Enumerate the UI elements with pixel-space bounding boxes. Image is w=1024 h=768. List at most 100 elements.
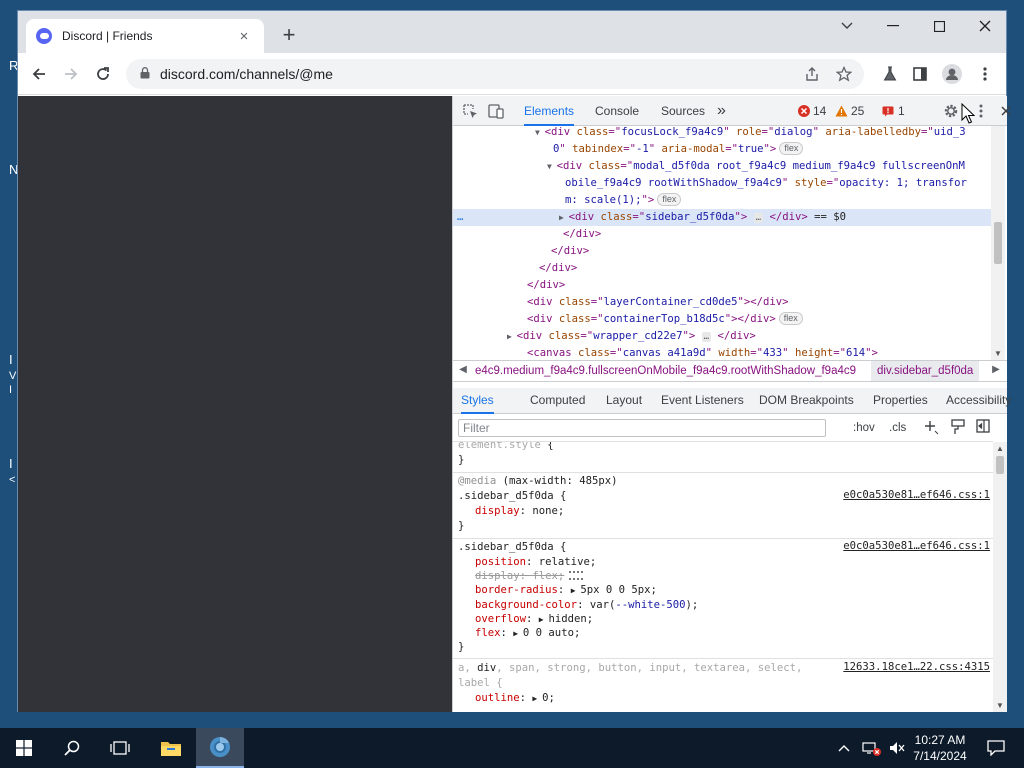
file-explorer-icon[interactable]: [147, 728, 195, 768]
expand-triangle-open-icon[interactable]: ▼: [547, 162, 557, 171]
styles-scrollbar-thumb[interactable]: [996, 456, 1004, 474]
breadcrumb-left-arrow-icon[interactable]: ◀: [455, 364, 471, 375]
rule3-source-link[interactable]: 12633.18ce1…22.css:4315: [843, 661, 990, 673]
expand-triangle-closed-icon[interactable]: ▶: [559, 213, 569, 222]
share-icon[interactable]: [804, 66, 820, 85]
flexbox-editor-icon[interactable]: [569, 571, 584, 581]
subtab-properties[interactable]: Properties: [873, 388, 928, 414]
scroll-down-arrow-icon[interactable]: ▼: [996, 701, 1004, 710]
dom-node-line[interactable]: </div>: [453, 243, 991, 260]
reload-icon[interactable]: [90, 61, 116, 87]
dom-node-line[interactable]: m: scale(1);"> flex: [453, 192, 991, 209]
devtools-tab-sources[interactable]: Sources: [661, 96, 705, 126]
windows-start-icon[interactable]: [0, 728, 48, 768]
subtab-styles[interactable]: Styles: [461, 388, 494, 414]
hov-toggle[interactable]: :hov: [853, 419, 875, 437]
new-style-rule-icon[interactable]: [923, 419, 939, 437]
new-tab-button[interactable]: +: [276, 23, 302, 49]
error-count-badge[interactable]: 14: [798, 103, 826, 119]
dom-node-line[interactable]: ▶ <div class="wrapper_cd22e7"> … </div>: [453, 328, 991, 345]
css-declaration[interactable]: border-radius: ▶ 5px 0 0 5px;: [458, 583, 988, 598]
shorthand-expand-icon[interactable]: ▶: [571, 586, 581, 595]
expand-triangle-closed-icon[interactable]: ▶: [507, 332, 517, 341]
chrome-taskbar-icon[interactable]: [196, 728, 244, 768]
subtab-computed[interactable]: Computed: [530, 388, 585, 414]
css-declaration[interactable]: overflow: ▶ hidden;: [458, 612, 988, 627]
warning-count-badge[interactable]: 25: [835, 103, 864, 119]
dom-node-line[interactable]: </div>: [453, 226, 991, 243]
maximize-icon[interactable]: [916, 11, 962, 41]
rendering-emulation-icon[interactable]: [951, 419, 965, 437]
back-arrow-icon[interactable]: [26, 61, 52, 87]
lock-icon[interactable]: [140, 66, 150, 82]
notifications-icon[interactable]: [972, 728, 1020, 768]
close-window-icon[interactable]: [962, 11, 1008, 41]
subtab-dom-breakpoints[interactable]: DOM Breakpoints: [759, 388, 854, 414]
css-declaration[interactable]: outline: ▶ 0;: [458, 691, 988, 706]
element-style-selector[interactable]: element.style {: [458, 442, 988, 453]
dom-node-line[interactable]: </div>: [453, 260, 991, 277]
flex-badge[interactable]: flex: [778, 312, 803, 325]
css-declaration[interactable]: flex: ▶ 0 0 auto;: [458, 626, 988, 641]
dom-node-selected[interactable]: … ▶ <div class="sidebar_d5f0da"> … </div>…: [453, 209, 991, 226]
browser-menu-kebab-icon[interactable]: [972, 61, 998, 87]
side-panel-icon[interactable]: [907, 61, 933, 87]
subtab-event-listeners[interactable]: Event Listeners: [661, 388, 744, 414]
css-declaration[interactable]: background-color: var(--white-500);: [458, 598, 988, 613]
profile-avatar-icon[interactable]: [939, 61, 965, 87]
system-clock[interactable]: 10:27 AM 7/14/2024: [900, 732, 980, 764]
rule1-source-link[interactable]: e0c0a530e81…ef646.css:1: [843, 489, 990, 501]
search-icon[interactable]: [48, 728, 96, 768]
flex-badge[interactable]: flex: [657, 193, 682, 206]
more-tabs-chevron-icon[interactable]: »: [717, 96, 726, 126]
css-declaration[interactable]: display: none;: [458, 504, 988, 519]
breadcrumb-right-arrow-icon[interactable]: ▶: [988, 364, 1004, 375]
breadcrumb-item[interactable]: e4c9.medium_f9a4c9.fullscreenOnMobile_f9…: [475, 361, 865, 381]
inspect-element-icon[interactable]: [461, 102, 479, 120]
bookmark-star-icon[interactable]: [835, 65, 853, 85]
subtab-layout[interactable]: Layout: [606, 388, 642, 414]
css-declaration[interactable]: display: flex;: [458, 569, 988, 584]
devtools-tab-elements[interactable]: Elements: [524, 96, 575, 126]
tab-close-icon[interactable]: ×: [234, 28, 254, 45]
forward-arrow-icon[interactable]: [58, 61, 84, 87]
subtab-accessibility[interactable]: Accessibility: [946, 388, 1011, 414]
styles-scrollbar[interactable]: ▲ ▼: [993, 442, 1007, 712]
dom-tree[interactable]: ▼ <div class="focusLock_f9a4c9" role="di…: [453, 126, 991, 360]
dom-node-line[interactable]: 0" tabindex="-1" aria-modal="true"> flex: [453, 141, 991, 158]
devtools-tab-console[interactable]: Console: [595, 96, 639, 126]
dom-node-line[interactable]: <div class="containerTop_b18d5c"></div> f…: [453, 311, 991, 328]
scroll-up-arrow-icon[interactable]: ▲: [996, 444, 1004, 453]
dom-node-line[interactable]: ▼ <div class="focusLock_f9a4c9" role="di…: [453, 126, 991, 141]
close-devtools-icon[interactable]: [997, 102, 1015, 120]
rule2-source-link[interactable]: e0c0a530e81…ef646.css:1: [843, 540, 990, 552]
dom-scrollbar[interactable]: ▼: [991, 126, 1005, 360]
network-status-icon[interactable]: [858, 728, 886, 768]
issues-count-badge[interactable]: 1: [882, 103, 905, 119]
toggle-sidebar-icon[interactable]: [976, 419, 990, 437]
css-declaration[interactable]: position: relative;: [458, 555, 988, 570]
styles-filter-input[interactable]: [458, 419, 826, 437]
minimize-icon[interactable]: [870, 11, 916, 41]
settings-gear-icon[interactable]: [942, 102, 960, 120]
page-viewport[interactable]: [18, 96, 452, 712]
node-actions-ellipsis-icon[interactable]: …: [457, 209, 463, 226]
collapsed-children-ellipsis[interactable]: …: [753, 213, 764, 223]
dom-node-line[interactable]: </div>: [453, 277, 991, 294]
tab-discord-friends[interactable]: Discord | Friends ×: [26, 19, 264, 53]
show-hidden-icons-chevron-icon[interactable]: [832, 728, 856, 768]
device-toolbar-icon[interactable]: [487, 102, 505, 120]
flask-labs-icon[interactable]: [877, 61, 903, 87]
dom-node-line[interactable]: obile_f9a4c9 rootWithShadow_f9a4c9" styl…: [453, 175, 991, 192]
cls-toggle[interactable]: .cls: [889, 419, 906, 437]
scroll-down-arrow-icon[interactable]: ▼: [994, 349, 1002, 358]
tab-search-chevron-icon[interactable]: [824, 11, 870, 41]
rule3-selector[interactable]: a, div, span, strong, button, input, tex…: [458, 661, 830, 676]
expand-triangle-open-icon[interactable]: ▼: [535, 128, 545, 137]
dom-node-line[interactable]: <div class="layerContainer_cd0de5"></div…: [453, 294, 991, 311]
rule3-selector-cont[interactable]: label {: [458, 676, 988, 691]
dom-node-line[interactable]: <canvas class="canvas a41a9d" width="433…: [453, 345, 991, 360]
shorthand-expand-icon[interactable]: ▶: [513, 629, 523, 638]
shorthand-expand-icon[interactable]: ▶: [539, 615, 549, 624]
flex-badge[interactable]: flex: [779, 142, 804, 155]
